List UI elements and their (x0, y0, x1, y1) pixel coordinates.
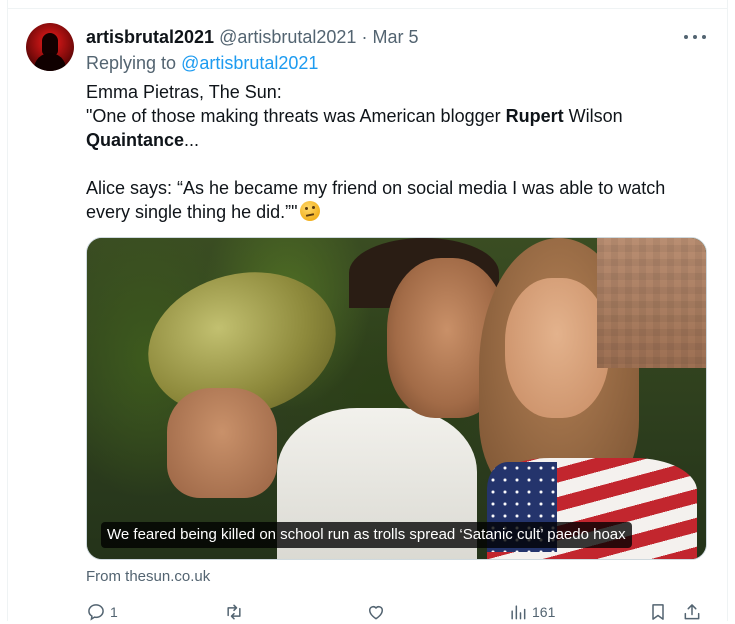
replying-to-label: Replying to (86, 53, 177, 73)
tweet-text-line: every single thing he did.”" (86, 200, 711, 224)
bookmark-icon (652, 604, 664, 620)
action-bar: 1 161 (86, 600, 707, 624)
like-icon (369, 606, 383, 620)
bold-text: Rupert (505, 106, 564, 126)
bookmark-button[interactable] (648, 600, 668, 624)
woman-face (505, 278, 609, 418)
timeline-border-left (7, 0, 8, 621)
tweet-text-line: "One of those making threats was America… (86, 104, 711, 128)
link-card-caption: We feared being killed on school run as … (101, 522, 632, 548)
thinking-face-icon (299, 201, 320, 221)
reply-icon (88, 604, 104, 621)
more-dot (684, 35, 688, 39)
hand (167, 388, 277, 498)
tweet-text-line: Alice says: “As he became my friend on s… (86, 178, 666, 198)
replying-to-link[interactable]: @artisbrutal2021 (181, 53, 318, 73)
link-source[interactable]: From thesun.co.uk (86, 568, 210, 586)
replying-to: Replying to @artisbrutal2021 (86, 52, 318, 74)
tweet-header: artisbrutal2021 @artisbrutal2021 · Mar 5 (86, 26, 419, 48)
timeline-border-right (727, 0, 728, 621)
avatar-shoulders (34, 53, 66, 71)
avatar-figure (42, 33, 58, 55)
views-count: 161 (532, 604, 556, 620)
more-dot (702, 35, 706, 39)
pixelated-face (597, 238, 706, 368)
user-handle[interactable]: @artisbrutal2021 (219, 27, 356, 47)
tweet-divider (7, 8, 728, 9)
retweet-icon (227, 604, 241, 620)
reply-button[interactable]: 1 (86, 600, 118, 624)
bold-text: Quaintance (86, 130, 185, 150)
display-name[interactable]: artisbrutal2021 (86, 27, 214, 47)
tweet-text-line: Quaintance... (86, 128, 711, 152)
share-icon (684, 604, 700, 620)
reply-count: 1 (110, 604, 118, 620)
text-run: Wilson (563, 106, 623, 126)
tweet-text-line: Emma Pietras, The Sun: (86, 82, 282, 102)
text-run: every single thing he did.”" (86, 202, 298, 222)
more-icon[interactable] (684, 26, 706, 48)
more-dot (693, 35, 697, 39)
retweet-button[interactable] (224, 600, 244, 624)
tweet-date[interactable]: Mar 5 (372, 27, 418, 47)
link-card-image[interactable]: We feared being killed on school run as … (86, 237, 707, 560)
separator-dot: · (361, 27, 368, 47)
views-icon (511, 605, 526, 620)
views-button[interactable]: 161 (508, 600, 555, 624)
text-run: "One of those making threats was America… (86, 106, 506, 126)
text-run: ... (184, 130, 200, 150)
avatar[interactable] (26, 23, 74, 71)
like-button[interactable] (366, 600, 386, 624)
share-button[interactable] (682, 600, 702, 624)
tweet-text: Emma Pietras, The Sun: "One of those mak… (86, 80, 711, 224)
